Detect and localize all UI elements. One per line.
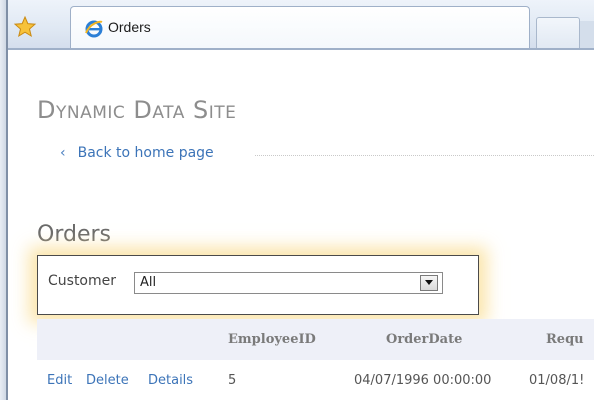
back-link-label: Back to home page <box>77 145 214 161</box>
new-tab-button-edge <box>580 21 594 48</box>
favorites-button[interactable] <box>10 12 40 42</box>
order-date-cell: 04/07/1996 00:00:00 <box>354 373 492 388</box>
customer-filter-label: Customer <box>48 273 117 289</box>
column-header-orderdate[interactable]: OrderDate <box>386 332 462 347</box>
dropdown-button[interactable] <box>420 275 438 291</box>
chevron-down-icon <box>425 280 433 285</box>
column-header-employeeid[interactable]: EmployeeID <box>228 332 316 347</box>
ie-logo-icon <box>85 20 103 38</box>
tab-orders[interactable]: Orders <box>70 6 530 48</box>
page-title: Orders <box>37 222 111 247</box>
window-frame-border <box>6 0 8 400</box>
tab-title: Orders <box>108 19 151 35</box>
edit-link[interactable]: Edit <box>47 373 72 388</box>
customer-filter-value: All <box>140 275 157 290</box>
title-divider <box>255 155 594 156</box>
required-date-cell: 01/08/1! <box>529 373 585 388</box>
details-link[interactable]: Details <box>148 373 193 388</box>
employee-id-cell: 5 <box>228 373 237 388</box>
column-header-requireddate[interactable]: Requ <box>546 332 584 347</box>
back-to-home-link[interactable]: ‹ Back to home page <box>60 145 214 161</box>
chrome-divider <box>8 48 594 50</box>
delete-link[interactable]: Delete <box>86 373 129 388</box>
customer-filter-select[interactable]: All <box>134 272 443 294</box>
star-icon <box>13 15 37 38</box>
site-title: Dynamic Data Site <box>37 96 237 124</box>
chevron-left-icon: ‹ <box>60 145 66 161</box>
new-tab-button[interactable] <box>536 17 580 48</box>
